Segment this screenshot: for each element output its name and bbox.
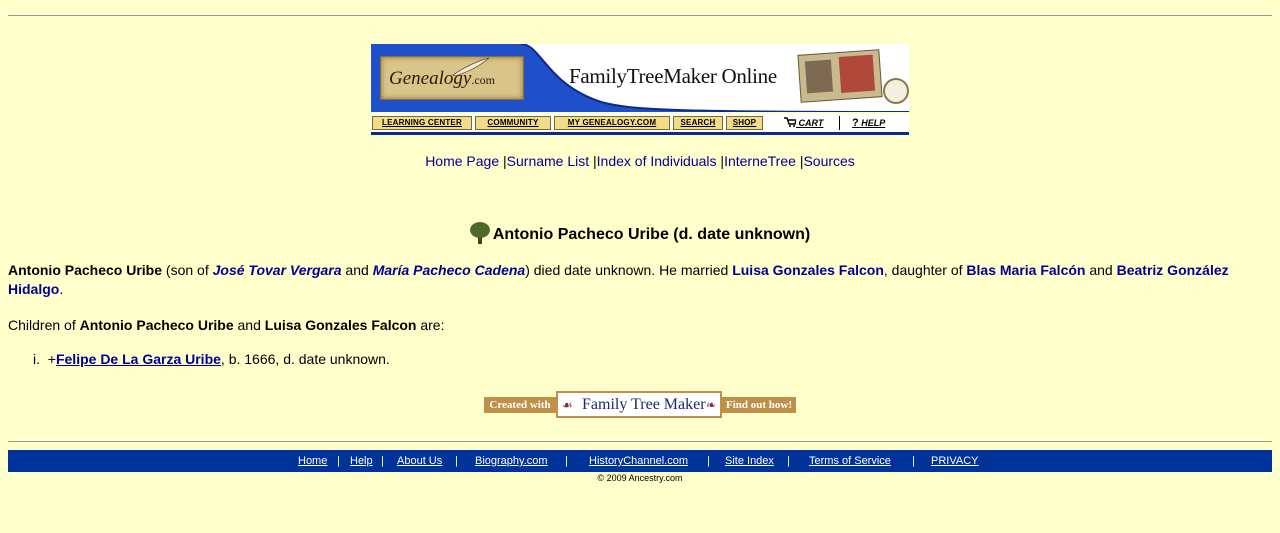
nav-internetree[interactable]: InterneTree xyxy=(724,153,796,169)
footer-links: Home | Help | About Us | Biography.com |… xyxy=(8,450,1272,472)
cart-label: CART xyxy=(798,118,824,128)
banner-nav-learning-center[interactable]: LEARNING CENTER xyxy=(372,116,472,130)
footer-site-index-link[interactable]: Site Index xyxy=(725,455,774,467)
footer-separator: | xyxy=(381,455,384,467)
subject-name: Antonio Pacheco Uribe xyxy=(8,262,163,278)
footer-terms-link[interactable]: Terms of Service xyxy=(809,455,891,467)
footer-separator: | xyxy=(337,455,340,467)
children-list: i. +Felipe De La Garza Uribe, b. 1666, d… xyxy=(33,351,390,367)
banner-header: Genealogy.com FamilyTreeMaker Online xyxy=(371,44,909,112)
figures-icon: ☙ xyxy=(562,398,573,412)
banner-nav: LEARNING CENTER COMMUNITY MY GENEALOGY.C… xyxy=(371,114,909,132)
spouse-link[interactable]: Luisa Gonzales Falcon xyxy=(732,262,884,278)
nav-sources[interactable]: Sources xyxy=(803,153,854,169)
mother-link[interactable]: María Pacheco Cadena xyxy=(373,262,526,278)
footer-separator: | xyxy=(565,455,568,467)
footer-privacy-link[interactable]: PRIVACY xyxy=(931,455,978,467)
genealogy-logo[interactable]: Genealogy.com xyxy=(380,56,524,100)
children-parent-name: Antonio Pacheco Uribe xyxy=(79,317,234,333)
footer-bar: Home | Help | About Us | Biography.com |… xyxy=(8,450,1272,472)
photo-album-icon xyxy=(797,49,883,103)
footer-separator: | xyxy=(912,455,915,467)
footer-separator: | xyxy=(707,455,710,467)
footer-help-link[interactable]: Help xyxy=(350,455,373,467)
nav-home-page[interactable]: Home Page xyxy=(425,153,499,169)
nav-surname-list[interactable]: Surname List xyxy=(507,153,589,169)
child-link[interactable]: Felipe De La Garza Uribe xyxy=(56,351,221,367)
banner-nav-shop[interactable]: SHOP xyxy=(726,116,763,130)
bio-text: (son of xyxy=(162,262,213,278)
page-title-text: Antonio Pacheco Uribe (d. date unknown) xyxy=(492,226,811,243)
child-prefix: + xyxy=(47,351,56,367)
cart-link[interactable]: CART xyxy=(784,116,823,130)
cart-icon xyxy=(784,117,797,127)
pocket-watch-icon xyxy=(883,78,909,104)
nav-index-of-individuals[interactable]: Index of Individuals xyxy=(597,153,717,169)
footer-biography-link[interactable]: Biography.com xyxy=(475,455,548,467)
help-icon: ? xyxy=(852,117,859,129)
children-intro: Children of Antonio Pacheco Uribe and Lu… xyxy=(8,317,444,333)
spouse-father-link[interactable]: Blas Maria Falcón xyxy=(966,262,1085,278)
quill-icon xyxy=(452,57,490,77)
footer-separator: | xyxy=(455,455,458,467)
children-intro-text: Children of xyxy=(8,317,80,333)
badge-created-with: Created with xyxy=(484,397,556,413)
children-intro-text: are: xyxy=(416,317,445,333)
figures-icon: ❧ xyxy=(705,398,716,412)
banner-nav-community[interactable]: COMMUNITY xyxy=(475,116,551,130)
banner-nav-divider xyxy=(839,116,840,130)
biography-paragraph: Antonio Pacheco Uribe (son of José Tovar… xyxy=(8,261,1272,299)
child-details: , b. 1666, d. date unknown. xyxy=(220,351,390,367)
banner-nav-my-genealogy[interactable]: MY GENEALOGY.COM xyxy=(554,116,670,130)
badge-logo-text: Family Tree Maker xyxy=(582,396,706,413)
footer-about-link[interactable]: About Us xyxy=(397,455,442,467)
banner-nav-search[interactable]: SEARCH xyxy=(673,116,723,130)
tree-icon xyxy=(469,222,490,244)
bio-text: and xyxy=(341,262,373,278)
badge-center: ☙ Family Tree Maker ❧ xyxy=(556,391,722,418)
banner-underline xyxy=(371,132,909,135)
footer-separator: | xyxy=(787,455,790,467)
bio-text: , daughter of xyxy=(883,262,967,278)
help-link[interactable]: ? HELP xyxy=(852,116,885,130)
page-title: Antonio Pacheco Uribe (d. date unknown) xyxy=(0,222,1280,244)
children-intro-text: and xyxy=(233,317,265,333)
copyright: © 2009 Ancestry.com xyxy=(597,473,683,483)
footer-historychannel-link[interactable]: HistoryChannel.com xyxy=(589,455,688,467)
genealogy-banner: Genealogy.com FamilyTreeMaker Online LEA… xyxy=(371,44,909,135)
site-nav: Home Page |Surname List |Index of Indivi… xyxy=(0,153,1280,169)
bio-text: and xyxy=(1085,262,1117,278)
help-label: HELP xyxy=(861,118,886,128)
badge-find-out-how: Find out how! xyxy=(722,397,796,413)
list-item: i. +Felipe De La Garza Uribe, b. 1666, d… xyxy=(33,351,390,367)
bottom-divider xyxy=(8,441,1272,442)
child-index: i. xyxy=(33,351,40,367)
top-divider xyxy=(8,15,1272,16)
children-parent-name: Luisa Gonzales Falcon xyxy=(264,317,417,333)
banner-title: FamilyTreeMaker Online xyxy=(569,64,777,88)
ftm-badge-link[interactable]: Created with ☙ Family Tree Maker ❧ Find … xyxy=(484,391,796,418)
father-link[interactable]: José Tovar Vergara xyxy=(213,262,342,278)
bio-text: . xyxy=(59,281,64,297)
bio-text: ) died date unknown. He married xyxy=(525,262,733,278)
footer-home-link[interactable]: Home xyxy=(298,455,327,467)
